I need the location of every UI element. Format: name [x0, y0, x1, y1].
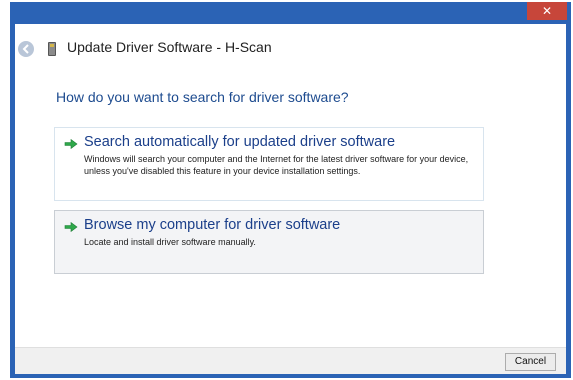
dialog-footer: Cancel	[15, 347, 566, 374]
usb-device-icon	[48, 42, 56, 56]
close-icon: ✕	[541, 4, 553, 18]
dialog-header: Update Driver Software - H-Scan	[15, 36, 566, 64]
page-question: How do you want to search for driver sof…	[56, 89, 349, 105]
dialog-title: Update Driver Software - H-Scan	[67, 39, 272, 55]
option-description: Locate and install driver software manua…	[84, 237, 256, 247]
browse-computer-option[interactable]: Browse my computer for driver software L…	[54, 210, 484, 274]
dialog-window: ✕ Update Driver Software - H-Scan How do…	[10, 2, 571, 378]
option-title: Search automatically for updated driver …	[84, 134, 396, 150]
green-arrow-icon	[64, 222, 78, 232]
back-arrow-icon[interactable]	[18, 41, 34, 57]
option-description: Windows will search your computer and th…	[84, 154, 469, 176]
green-arrow-icon	[64, 139, 78, 149]
cancel-button[interactable]: Cancel	[505, 353, 556, 371]
option-title: Browse my computer for driver software	[84, 217, 341, 233]
dialog-body: Update Driver Software - H-Scan How do y…	[15, 24, 566, 374]
search-automatically-option[interactable]: Search automatically for updated driver …	[54, 127, 484, 201]
close-button[interactable]: ✕	[527, 2, 567, 20]
